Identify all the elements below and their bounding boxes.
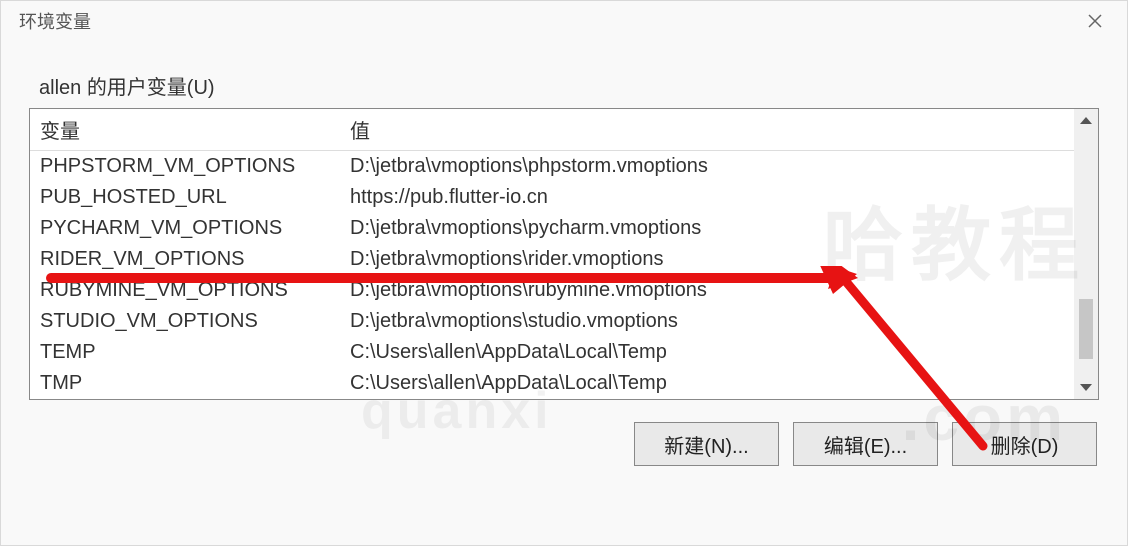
env-table: 变量 值 PHPSTORM_VM_OPTIONS D:\jetbra\vmopt…: [30, 109, 1074, 399]
cell-var: RUBYMINE_VM_OPTIONS: [30, 275, 340, 306]
cell-val: https://pub.flutter-io.cn: [340, 182, 1074, 213]
delete-button[interactable]: 删除(D): [952, 422, 1097, 466]
env-vars-window: 环境变量 allen 的用户变量(U) 变量 值: [0, 0, 1128, 546]
user-vars-group: allen 的用户变量(U) 变量 值 PHPSTORM_VM_OPTIONS …: [29, 71, 1099, 466]
cell-val: C:\Users\allen\AppData\Local\Temp: [340, 368, 1074, 399]
close-button[interactable]: [1075, 5, 1115, 37]
group-label: allen 的用户变量(U): [31, 71, 223, 100]
vertical-scrollbar[interactable]: [1074, 109, 1098, 399]
scroll-thumb[interactable]: [1079, 299, 1093, 359]
cell-val: D:\jetbra\vmoptions\studio.vmoptions: [340, 306, 1074, 337]
cell-var: TEMP: [30, 337, 340, 368]
table-header-row: 变量 值: [30, 109, 1074, 151]
titlebar: 环境变量: [1, 1, 1127, 41]
cell-val: D:\jetbra\vmoptions\pycharm.vmoptions: [340, 213, 1074, 244]
scroll-down-icon[interactable]: [1080, 384, 1092, 391]
cell-var: STUDIO_VM_OPTIONS: [30, 306, 340, 337]
table-row[interactable]: TEMP C:\Users\allen\AppData\Local\Temp: [30, 337, 1074, 368]
table-row[interactable]: STUDIO_VM_OPTIONS D:\jetbra\vmoptions\st…: [30, 306, 1074, 337]
table-row[interactable]: PUB_HOSTED_URL https://pub.flutter-io.cn: [30, 182, 1074, 213]
cell-val: D:\jetbra\vmoptions\rider.vmoptions: [340, 244, 1074, 275]
cell-var: PUB_HOSTED_URL: [30, 182, 340, 213]
table-row[interactable]: TMP C:\Users\allen\AppData\Local\Temp: [30, 368, 1074, 399]
table-row[interactable]: PHPSTORM_VM_OPTIONS D:\jetbra\vmoptions\…: [30, 151, 1074, 183]
cell-var: PHPSTORM_VM_OPTIONS: [30, 151, 340, 183]
window-title: 环境变量: [19, 8, 91, 34]
env-table-scroll[interactable]: 变量 值 PHPSTORM_VM_OPTIONS D:\jetbra\vmopt…: [30, 109, 1074, 399]
table-row[interactable]: PYCHARM_VM_OPTIONS D:\jetbra\vmoptions\p…: [30, 213, 1074, 244]
action-buttons: 新建(N)... 编辑(E)... 删除(D): [29, 422, 1099, 466]
cell-var: PYCHARM_VM_OPTIONS: [30, 213, 340, 244]
cell-val: C:\Users\allen\AppData\Local\Temp: [340, 337, 1074, 368]
new-button[interactable]: 新建(N)...: [634, 422, 779, 466]
edit-button[interactable]: 编辑(E)...: [793, 422, 938, 466]
cell-val: D:\jetbra\vmoptions\phpstorm.vmoptions: [340, 151, 1074, 183]
col-header-value[interactable]: 值: [340, 109, 1074, 151]
col-header-variable[interactable]: 变量: [30, 109, 340, 151]
content-area: allen 的用户变量(U) 变量 值 PHPSTORM_VM_OPTIONS …: [1, 41, 1127, 486]
cell-val: D:\jetbra\vmoptions\rubymine.vmoptions: [340, 275, 1074, 306]
cell-var: RIDER_VM_OPTIONS: [30, 244, 340, 275]
env-table-wrapper: 变量 值 PHPSTORM_VM_OPTIONS D:\jetbra\vmopt…: [29, 108, 1099, 400]
close-icon: [1088, 14, 1102, 28]
cell-var: TMP: [30, 368, 340, 399]
scroll-up-icon[interactable]: [1080, 117, 1092, 124]
table-row[interactable]: RUBYMINE_VM_OPTIONS D:\jetbra\vmoptions\…: [30, 275, 1074, 306]
table-row[interactable]: RIDER_VM_OPTIONS D:\jetbra\vmoptions\rid…: [30, 244, 1074, 275]
